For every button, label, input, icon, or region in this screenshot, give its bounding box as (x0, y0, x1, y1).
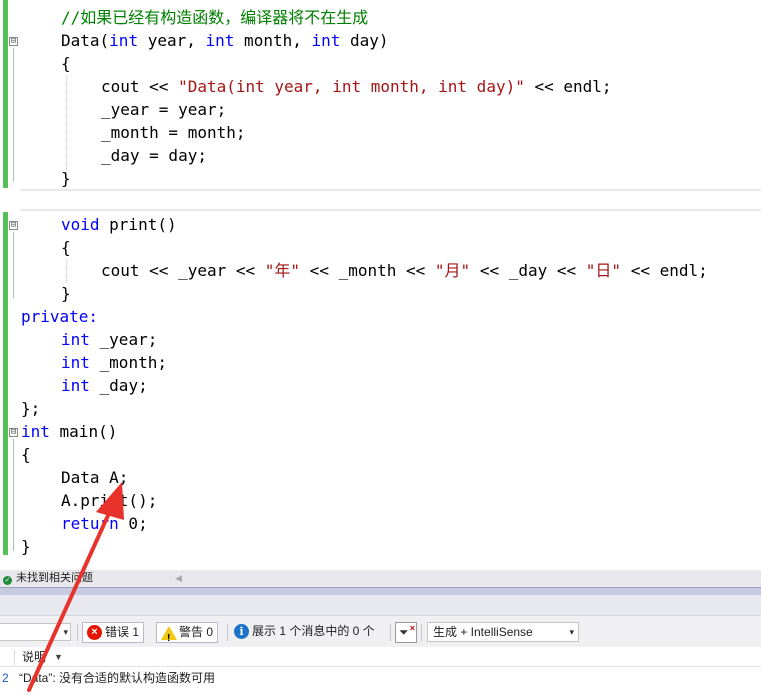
code-line[interactable]: cout << _year << "年" << _month << "月" <<… (101, 259, 708, 282)
fold-line (13, 439, 14, 551)
code-line[interactable]: int _month; (61, 351, 167, 374)
messages-filter-button[interactable]: i 展示 1 个消息中的 0 个 (230, 622, 379, 643)
code-line[interactable]: _year = year; (101, 98, 226, 121)
code-line[interactable]: int main() (21, 420, 117, 443)
clear-icon: × (409, 623, 415, 633)
current-line-highlight (20, 189, 761, 211)
code-line[interactable]: { (61, 52, 71, 75)
error-list-toolbar: ▾ × 错误 1 ! 警告 0 i 展示 1 个消息中的 0 个 ⏷ × 生成 + In… (0, 615, 761, 647)
filter-icon: ⏷ (399, 625, 409, 639)
code-line[interactable]: void print() (61, 213, 177, 236)
code-line[interactable]: //如果已经有构造函数，编译器将不在生成 (61, 6, 368, 29)
clear-filter-button[interactable]: ⏷ × (395, 622, 417, 643)
error-list-row[interactable]: 2 “Data”: 没有合适的默认构造函数可用 (0, 667, 761, 689)
chevron-down-icon: ▾ (63, 627, 68, 637)
errors-filter-button[interactable]: × 错误 1 (82, 622, 145, 643)
code-line[interactable]: _month = month; (101, 121, 246, 144)
code-line[interactable]: }; (21, 397, 40, 420)
code-editor[interactable]: ⊟ ⊟ ⊟ //如果已经有构造函数，编译器将不在生成 Data(int year… (0, 0, 761, 570)
column-separator (14, 650, 15, 665)
panel-spacer (0, 595, 761, 615)
info-icon: i (234, 624, 249, 639)
messages-label: 展示 1 个消息中的 0 个 (252, 624, 375, 638)
code-line[interactable]: Data(int year, int month, int day) (61, 29, 389, 52)
error-icon: × (87, 625, 102, 640)
fold-toggle-icon[interactable]: ⊟ (9, 37, 18, 46)
error-description: “Data”: 没有合适的默认构造函数可用 (19, 671, 216, 685)
warning-mark: ! (167, 633, 171, 644)
scroll-left-icon[interactable]: ◀ (175, 570, 182, 587)
code-line[interactable]: } (21, 535, 31, 558)
toolbar-separator (77, 624, 78, 641)
error-index: 2 (2, 671, 9, 685)
code-line[interactable]: Data A; (61, 466, 128, 489)
indent-guide (66, 260, 67, 283)
error-list-header: 说明 ▼ (0, 647, 761, 667)
code-line[interactable]: int _day; (61, 374, 148, 397)
change-bar (3, 212, 8, 555)
fold-line (13, 232, 14, 298)
toolbar-separator (390, 624, 391, 641)
editor-status-bar: ✓ 未找到相关问题 ◀ (0, 570, 761, 587)
chevron-down-icon: ▾ (569, 627, 574, 637)
status-message: 未找到相关问题 (16, 572, 93, 584)
code-line[interactable]: { (61, 236, 71, 259)
change-bar (3, 0, 8, 188)
code-line[interactable]: cout << "Data(int year, int month, int d… (101, 75, 612, 98)
code-line[interactable]: return 0; (61, 512, 148, 535)
toolbar-separator (227, 624, 228, 641)
code-line[interactable]: int _year; (61, 328, 157, 351)
code-line[interactable]: } (61, 167, 71, 190)
fold-toggle-icon[interactable]: ⊟ (9, 428, 18, 437)
fold-line (13, 48, 14, 182)
check-circle-icon: ✓ (3, 576, 12, 585)
code-line[interactable]: A.print(); (61, 489, 157, 512)
error-list-panel-header (0, 587, 761, 595)
build-source-value: 生成 + IntelliSense (433, 625, 533, 639)
code-line[interactable]: _day = day; (101, 144, 207, 167)
errors-label: 错误 1 (105, 625, 140, 639)
fold-toggle-icon[interactable]: ⊟ (9, 221, 18, 230)
code-line[interactable]: } (61, 282, 71, 305)
warnings-label: 警告 0 (179, 625, 214, 639)
code-line[interactable]: private: (21, 305, 98, 328)
build-source-dropdown[interactable]: 生成 + IntelliSense ▾ (427, 622, 579, 642)
toolbar-separator (421, 624, 422, 641)
code-line[interactable]: { (21, 443, 31, 466)
scope-dropdown[interactable]: ▾ (0, 623, 71, 641)
column-description-header[interactable]: 说明 (22, 647, 46, 667)
indent-guide (66, 76, 67, 175)
sort-arrow-icon[interactable]: ▼ (54, 647, 63, 667)
warnings-filter-button[interactable]: ! 警告 0 (156, 622, 219, 644)
